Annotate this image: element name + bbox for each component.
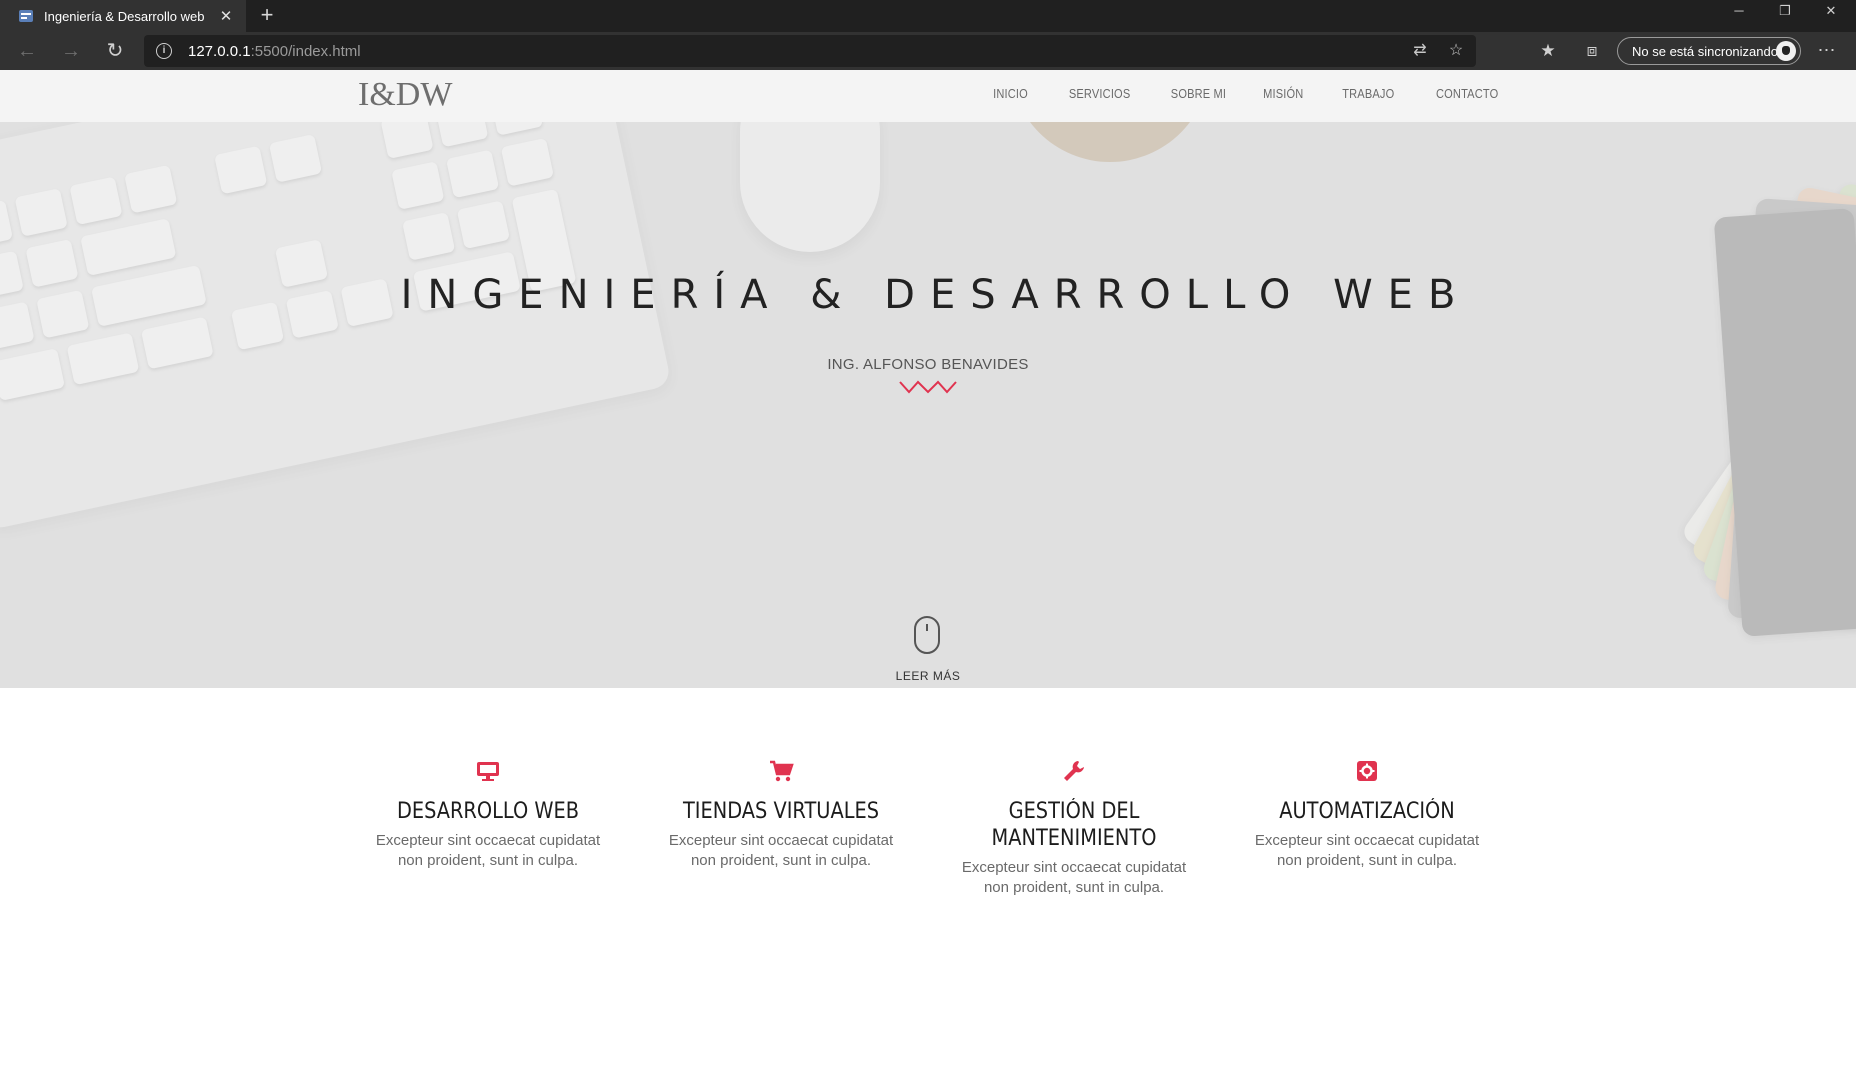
nav-link-mision[interactable]: MISIÓN	[1263, 86, 1303, 101]
url-path: :5500/index.html	[250, 43, 361, 60]
nav-link-sobre-mi[interactable]: SOBRE MI	[1170, 86, 1225, 101]
nav-link-contacto[interactable]: CONTACTO	[1436, 86, 1498, 101]
back-arrow-icon[interactable]: ←	[12, 36, 42, 66]
refresh-icon[interactable]: ↻	[100, 36, 130, 66]
scroll-mouse-icon[interactable]	[914, 616, 940, 654]
translate-icon[interactable]: ⇄	[1408, 39, 1432, 63]
service-title: TIENDAS VIRTUALES	[682, 799, 880, 824]
close-window-button[interactable]: ✕	[1808, 0, 1854, 24]
tab-title: Ingeniería & Desarrollo web	[44, 8, 205, 24]
nav-link-inicio[interactable]: INICIO	[994, 86, 1029, 101]
avatar-icon	[1776, 41, 1796, 61]
service-card: TIENDAS VIRTUALES Excepteur sint occaeca…	[641, 758, 921, 871]
gear-box-icon	[1354, 758, 1380, 784]
service-title: GESTIÓN DEL MANTENIMIENTO	[991, 799, 1157, 851]
browser-tab[interactable]: Ingeniería & Desarrollo web ✕	[0, 0, 246, 32]
nav-link-servicios[interactable]: SERVICIOS	[1069, 86, 1131, 101]
service-description: Excepteur sint occaecat cupidatat non pr…	[375, 832, 601, 869]
service-description: Excepteur sint occaecat cupidatat non pr…	[1254, 832, 1480, 869]
service-card: AUTOMATIZACIÓN Excepteur sint occaecat c…	[1227, 758, 1507, 871]
hero-subtitle: ING. ALFONSO BENAVIDES	[827, 356, 1029, 373]
site-menu: INICIO SERVICIOS SOBRE MI MISIÓN TRABAJO…	[957, 86, 1498, 101]
site-logo[interactable]: I&DW	[358, 76, 452, 114]
settings-more-icon[interactable]: ⋯	[1812, 36, 1842, 66]
zigzag-divider-icon	[899, 380, 957, 394]
favorite-star-icon[interactable]: ☆	[1444, 39, 1468, 63]
collections-icon[interactable]: ⧈	[1577, 36, 1607, 66]
nav-link-trabajo[interactable]: TRABAJO	[1343, 86, 1395, 101]
restore-button[interactable]: ❐	[1762, 0, 1808, 24]
browser-titlebar: Ingeniería & Desarrollo web ✕ + ─ ❐ ✕	[0, 0, 1856, 32]
profile-button[interactable]: No se está sincronizando	[1617, 37, 1801, 65]
favorites-icon[interactable]: ★	[1533, 36, 1563, 66]
hero-overlay	[0, 122, 1856, 688]
service-description: Excepteur sint occaecat cupidatat non pr…	[961, 859, 1187, 896]
tab-close-icon[interactable]: ✕	[216, 7, 236, 25]
minimize-button[interactable]: ─	[1716, 0, 1762, 24]
profile-label: No se está sincronizando	[1632, 43, 1778, 59]
url-text[interactable]: 127.0.0.1:5500/index.html	[188, 43, 361, 60]
site-navbar: I&DW INICIO SERVICIOS SOBRE MI MISIÓN TR…	[0, 70, 1856, 122]
service-title: AUTOMATIZACIÓN	[1279, 799, 1455, 824]
service-card: DESARROLLO WEB Excepteur sint occaecat c…	[348, 758, 628, 871]
service-description: Excepteur sint occaecat cupidatat non pr…	[668, 832, 894, 869]
forward-arrow-icon[interactable]: →	[56, 36, 86, 66]
service-title: DESARROLLO WEB	[396, 799, 580, 824]
cart-icon	[768, 758, 794, 784]
web-page: I&DW INICIO SERVICIOS SOBRE MI MISIÓN TR…	[0, 70, 1856, 1080]
wrench-icon	[1061, 758, 1087, 784]
browser-toolbar: ← → ↻ i 127.0.0.1:5500/index.html ⇄ ☆ ★ …	[0, 32, 1856, 70]
hero-section: INGENIERÍA & DESARROLLO WEB ING. ALFONSO…	[0, 122, 1856, 688]
monitor-icon	[475, 758, 501, 784]
page-favicon-icon	[18, 8, 34, 24]
url-host: 127.0.0.1	[188, 43, 251, 60]
hero-title: INGENIERÍA & DESARROLLO WEB	[400, 272, 1471, 318]
read-more-link[interactable]: LEER MÁS	[0, 669, 1856, 683]
service-card: GESTIÓN DEL MANTENIMIENTO Excepteur sint…	[934, 758, 1214, 898]
address-bar[interactable]: i 127.0.0.1:5500/index.html ⇄ ☆	[144, 35, 1476, 67]
info-icon[interactable]: i	[156, 43, 172, 59]
new-tab-button[interactable]: +	[254, 3, 280, 29]
services-section: DESARROLLO WEB Excepteur sint occaecat c…	[0, 688, 1856, 1080]
